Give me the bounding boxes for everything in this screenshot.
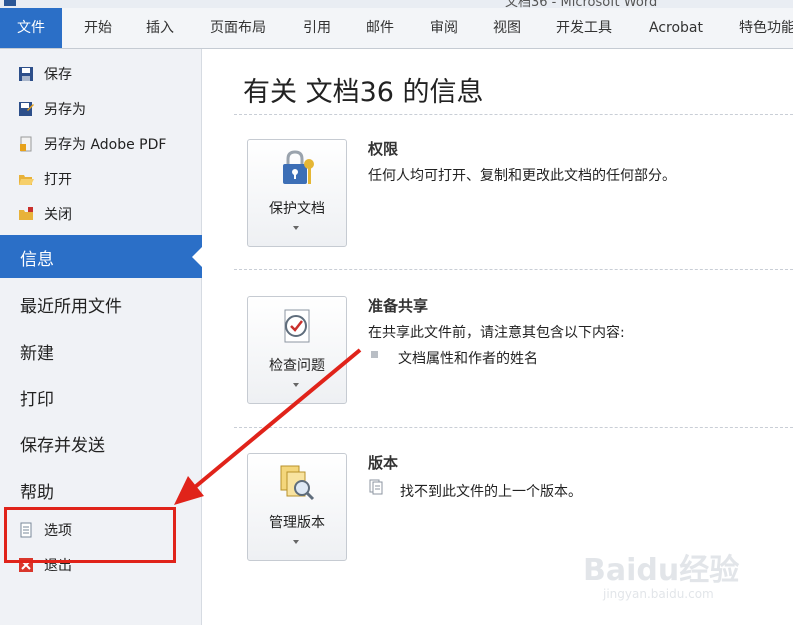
nav-print[interactable]: 打印 [20,385,54,410]
nav-save-as-label: 另存为 [44,102,86,118]
nav-save-label: 保存 [44,67,72,83]
permissions-heading: 权限 [368,140,399,158]
baidu-watermark: Baidu经验 jingyan.baidu.com [583,537,773,607]
tab-review[interactable]: 审阅 [430,8,458,48]
versions-heading: 版本 [368,454,399,472]
versions-description: 找不到此文件的上一个版本。 [400,484,582,500]
nav-recent[interactable]: 最近所用文件 [20,292,122,317]
tab-file[interactable]: 文件 [0,8,62,48]
nav-save[interactable]: 保存 [18,62,72,86]
options-highlight-box [4,507,176,563]
nav-new[interactable]: 新建 [20,339,54,364]
bullet-icon [371,351,378,358]
manage-versions-label: 管理版本 [269,515,325,531]
check-for-issues-button[interactable]: 检查问题 [247,296,347,404]
prepare-sharing-heading: 准备共享 [368,297,429,315]
divider [234,114,793,115]
nav-info-label: 信息 [20,250,54,270]
tab-home[interactable]: 开始 [84,8,112,48]
window-title: 文档36 - Microsoft Word [505,0,658,8]
manage-versions-button[interactable]: 管理版本 [247,453,347,561]
nav-open-label: 打开 [44,172,72,188]
lock-key-icon [279,150,315,188]
adobe-pdf-icon [18,136,34,152]
chevron-down-icon [293,383,299,387]
tab-page-layout[interactable]: 页面布局 [210,8,266,48]
floppy-disk-icon [18,66,34,82]
tab-references[interactable]: 引用 [303,8,331,48]
document-version-icon [369,479,383,495]
nav-open[interactable]: 打开 [18,167,72,191]
versions-magnifier-icon [279,464,315,502]
divider [234,269,793,270]
ribbon-tab-bar: 文件 开始 插入 页面布局 引用 邮件 审阅 视图 开发工具 Acrobat 特… [0,8,793,49]
watermark-logo: Baidu经验 [583,553,740,588]
prepare-sharing-description: 在共享此文件前，请注意其包含以下内容: [368,325,625,341]
nav-save-as-pdf[interactable]: 另存为 Adobe PDF [18,132,166,156]
word-app-icon [4,0,16,6]
tab-insert[interactable]: 插入 [146,8,174,48]
nav-close[interactable]: 关闭 [18,202,72,226]
page-title: 有关 文档36 的信息 [243,77,484,108]
protect-document-label: 保护文档 [269,201,325,217]
selected-pointer-icon [192,247,202,267]
nav-info[interactable]: 信息 [0,235,202,278]
divider [234,427,793,428]
tab-mailings[interactable]: 邮件 [366,8,394,48]
tab-developer[interactable]: 开发工具 [556,8,612,48]
nav-close-label: 关闭 [44,207,72,223]
nav-save-send[interactable]: 保存并发送 [20,431,105,456]
protect-document-button[interactable]: 保护文档 [247,139,347,247]
tab-special-features[interactable]: 特色功能 [739,8,793,48]
tab-view[interactable]: 视图 [493,8,521,48]
inspect-document-icon [279,307,315,345]
chevron-down-icon [293,540,299,544]
permissions-description: 任何人均可打开、复制和更改此文档的任何部分。 [368,168,676,184]
title-bar: 文档36 - Microsoft Word [0,0,793,8]
nav-save-as[interactable]: 另存为 [18,97,86,121]
watermark-url: jingyan.baidu.com [603,587,714,601]
save-as-icon [18,101,34,117]
prepare-sharing-bullet: 文档属性和作者的姓名 [398,351,538,367]
open-folder-icon [18,171,34,187]
close-folder-icon [18,206,34,222]
chevron-down-icon [293,226,299,230]
nav-help[interactable]: 帮助 [20,478,54,503]
nav-save-as-pdf-label: 另存为 Adobe PDF [44,137,167,153]
tab-acrobat[interactable]: Acrobat [649,8,703,48]
check-for-issues-label: 检查问题 [269,358,325,374]
